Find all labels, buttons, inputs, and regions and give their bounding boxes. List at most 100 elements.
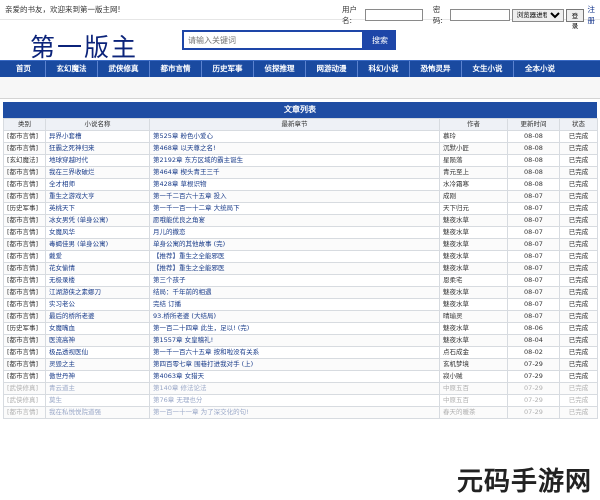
- row-chapter-link[interactable]: 单身公寓的其他故事 (完): [149, 238, 440, 251]
- row-chapter-link[interactable]: 第四百零七章 围巷打进我对手 (上): [149, 358, 440, 371]
- row-book-link[interactable]: 毒蝎佳男 (单身公寓): [45, 238, 150, 251]
- login-button[interactable]: 登录: [565, 8, 585, 30]
- row-update-time: 08-08: [507, 166, 560, 179]
- row-chapter-link[interactable]: 第464章 楔头青王三千: [149, 166, 440, 179]
- row-chapter-link[interactable]: 第一千二百六十五章 投入: [149, 190, 440, 203]
- row-chapter-link[interactable]: 结局：千年前的相遇: [149, 286, 440, 299]
- row-chapter-link[interactable]: 第525章 粉色小爱心: [149, 130, 440, 143]
- row-book-link[interactable]: 莫生: [45, 394, 150, 407]
- nav-item-detective[interactable]: 侦探推理: [254, 61, 306, 77]
- row-book-link[interactable]: 江湖游侠之素娜刀: [45, 286, 150, 299]
- row-category: [都市言情]: [3, 370, 46, 383]
- row-chapter-link[interactable]: 第468章 以天尊之名!: [149, 142, 440, 155]
- row-update-time: 08-07: [507, 226, 560, 239]
- row-update-time: 08-08: [507, 154, 560, 167]
- register-link[interactable]: 注册: [587, 4, 600, 26]
- row-chapter-link[interactable]: 第一千一百六十五章 按和啦没有关系: [149, 346, 440, 359]
- row-status: 已完成: [559, 286, 598, 299]
- row-chapter-link[interactable]: 【推荐】重生之全能邪医: [149, 262, 440, 275]
- row-status: 已完成: [559, 394, 598, 407]
- row-status: 已完成: [559, 310, 598, 323]
- site-logo[interactable]: 第一版主: [30, 28, 138, 64]
- row-chapter-link[interactable]: 第140章 修法论法: [149, 382, 440, 395]
- row-category: [武侠修真]: [3, 382, 46, 395]
- nav-item-horror[interactable]: 恐怖灵异: [410, 61, 462, 77]
- row-book-link[interactable]: 女魔嘴血: [45, 322, 150, 335]
- row-book-link[interactable]: 极品透视医仙: [45, 346, 150, 359]
- remember-select[interactable]: 浏览器进程: [511, 8, 564, 22]
- row-category: [都市言情]: [3, 214, 46, 227]
- row-update-time: 07-29: [507, 370, 560, 383]
- row-status: 已完成: [559, 406, 598, 419]
- table-row: [都市言情] 无极录楼 第三个孩子 恩柔宅 08-07 已完成: [3, 274, 598, 287]
- row-book-link[interactable]: 冰女男凭 (单身公寓): [45, 214, 150, 227]
- row-book-link[interactable]: 最后的桥所老婆: [45, 310, 150, 323]
- row-author: 魅夜水草: [439, 238, 508, 251]
- row-status: 已完成: [559, 250, 598, 263]
- row-book-link[interactable]: 英桃天下: [45, 202, 150, 215]
- row-book-link[interactable]: 灵毁之主: [45, 358, 150, 371]
- nav-item-home[interactable]: 首页: [2, 61, 46, 77]
- row-author: 成刚: [439, 190, 508, 203]
- nav-item-wuxia[interactable]: 武侠修真: [98, 61, 150, 77]
- row-book-link[interactable]: 实习老公: [45, 298, 150, 311]
- row-chapter-link[interactable]: 第一百一十一章 为了深交化的句!: [149, 406, 440, 419]
- row-book-link[interactable]: 戴爱: [45, 250, 150, 263]
- row-chapter-link[interactable]: 愿哦能优良之角宴: [149, 214, 440, 227]
- password-input[interactable]: [449, 9, 510, 21]
- row-book-link[interactable]: 地球穿越时代: [45, 154, 150, 167]
- row-category: [都市言情]: [3, 406, 46, 419]
- row-book-link[interactable]: 重生之游戏大亨: [45, 190, 150, 203]
- row-book-link[interactable]: 无极录楼: [45, 274, 150, 287]
- row-chapter-link[interactable]: 第1557章 女皇稽礼!: [149, 334, 440, 347]
- row-book-link[interactable]: 傲世丹神: [45, 370, 150, 383]
- row-book-link[interactable]: 花女偷情: [45, 262, 150, 275]
- row-book-link[interactable]: 医流高神: [45, 334, 150, 347]
- row-chapter-link[interactable]: 93.桥所老婆 (大结局): [149, 310, 440, 323]
- row-chapter-link[interactable]: 第76章 无理也分: [149, 394, 440, 407]
- row-book-link[interactable]: 异界小套槽: [45, 130, 150, 143]
- table-row: [历史军事] 女魔嘴血 第一百二十四章 此生，足以! (完) 魅夜水草 08-06 已完成: [3, 322, 598, 335]
- row-book-link[interactable]: 狂霸之死神归来: [45, 142, 150, 155]
- row-author: 沉默小匠: [439, 142, 508, 155]
- nav-item-game[interactable]: 网游动漫: [306, 61, 358, 77]
- row-book-link[interactable]: 女魔风华: [45, 226, 150, 239]
- nav-item-fantasy[interactable]: 玄幻魔法: [46, 61, 98, 77]
- row-chapter-link[interactable]: 第2192章 东方区域的霸主诞生: [149, 154, 440, 167]
- row-author: 慕玲: [439, 130, 508, 143]
- row-book-link[interactable]: 青云道主: [45, 382, 150, 395]
- row-chapter-link[interactable]: 月儿的撒恋: [149, 226, 440, 239]
- search-input[interactable]: [182, 30, 364, 50]
- nav-item-complete[interactable]: 全本小说: [514, 61, 566, 77]
- col-chapter: 最新章节: [149, 118, 440, 131]
- nav-item-girls[interactable]: 女生小说: [462, 61, 514, 77]
- row-chapter-link[interactable]: 第4063章 女猎天: [149, 370, 440, 383]
- row-category: [历史军事]: [3, 322, 46, 335]
- username-input[interactable]: [364, 9, 423, 21]
- password-label: 密码:: [432, 5, 443, 25]
- row-category: [都市言情]: [3, 130, 46, 143]
- row-chapter-link[interactable]: 第三个孩子: [149, 274, 440, 287]
- nav-item-history[interactable]: 历史军事: [202, 61, 254, 77]
- row-category: [都市言情]: [3, 358, 46, 371]
- row-chapter-link[interactable]: 第一千一百一十二章 大统局下: [149, 202, 440, 215]
- row-chapter-link[interactable]: 【推荐】重生之全能邪医: [149, 250, 440, 263]
- row-chapter-link[interactable]: 第428章 草根识物: [149, 178, 440, 191]
- nav-item-scifi[interactable]: 科幻小说: [358, 61, 410, 77]
- username-label: 用户名:: [342, 5, 357, 25]
- row-book-link[interactable]: 我在三界收破烂: [45, 166, 150, 179]
- row-status: 已完成: [559, 382, 598, 395]
- row-chapter-link[interactable]: 第一百二十四章 此生，足以! (完): [149, 322, 440, 335]
- main-nav: 首页 玄幻魔法 武侠修真 都市言情 历史军事 侦探推理 网游动漫 科幻小说 恐怖…: [0, 60, 600, 77]
- row-book-link[interactable]: 全才相师: [45, 178, 150, 191]
- row-author: 星陨落: [439, 154, 508, 167]
- article-table: 类别 小说名称 最新章节 作者 更新时间 状态 [都市言情] 异界小套槽 第525章…: [3, 118, 598, 419]
- row-category: [都市言情]: [3, 298, 46, 311]
- row-chapter-link[interactable]: 完结 订播: [149, 298, 440, 311]
- nav-item-urban[interactable]: 都市言情: [150, 61, 202, 77]
- row-update-time: 08-07: [507, 298, 560, 311]
- row-book-link[interactable]: 我在私悦悦院道强: [45, 406, 150, 419]
- row-author: 魅夜水草: [439, 250, 508, 263]
- row-status: 已完成: [559, 214, 598, 227]
- search-button[interactable]: 搜索: [364, 30, 396, 50]
